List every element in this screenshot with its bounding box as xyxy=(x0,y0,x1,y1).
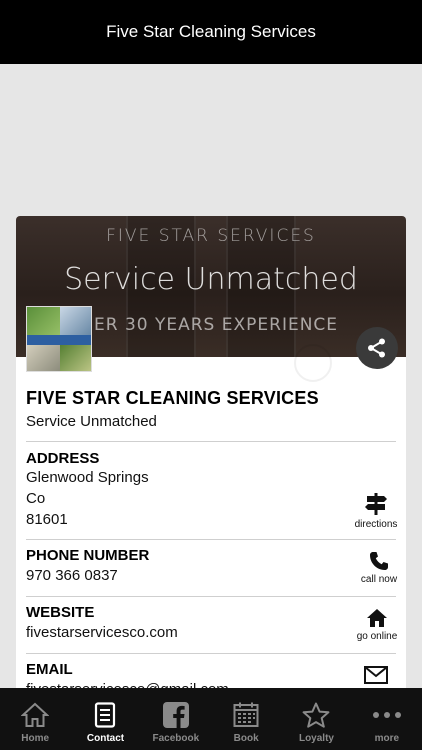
phone-icon xyxy=(370,552,388,570)
email-address[interactable]: fivestarservicesco@gmail.com xyxy=(26,680,229,688)
signpost-icon xyxy=(365,493,387,515)
business-card: FIVE STAR SERVICES Service Unmatched ER … xyxy=(16,216,406,688)
call-now-label: call now xyxy=(360,574,398,585)
house-icon xyxy=(367,609,387,627)
envelope-icon xyxy=(364,666,388,684)
tab-label: Facebook xyxy=(152,733,200,744)
address-label: ADDRESS xyxy=(26,450,100,467)
tab-label: Book xyxy=(233,733,259,744)
directions-label: directions xyxy=(354,519,398,530)
tab-label: Loyalty xyxy=(298,733,334,744)
divider xyxy=(26,596,396,597)
page-title: Five Star Cleaning Services xyxy=(106,22,316,41)
banner-experience: ER 30 YEARS EXPERIENCE xyxy=(94,315,339,335)
tab-label: Contact xyxy=(86,733,125,744)
business-logo xyxy=(26,306,92,372)
address-line-1: Glenwood Springs xyxy=(26,469,149,486)
email-button[interactable] xyxy=(346,666,406,684)
tab-loyalty[interactable]: Loyalty xyxy=(281,688,351,750)
tab-more[interactable]: more xyxy=(352,688,422,750)
bottom-tab-bar: Home Contact Facebook Book Loyalty more xyxy=(0,688,422,750)
tab-book[interactable]: Book xyxy=(211,688,281,750)
go-online-label: go online xyxy=(356,631,398,642)
calendar-icon xyxy=(233,702,259,727)
tab-contact[interactable]: Contact xyxy=(70,688,140,750)
business-name: FIVE STAR CLEANING SERVICES xyxy=(26,388,319,408)
share-icon xyxy=(368,338,385,358)
go-online-button[interactable]: go online xyxy=(347,608,406,642)
facebook-icon xyxy=(162,702,189,728)
star-icon xyxy=(303,702,330,728)
phone-label: PHONE NUMBER xyxy=(26,547,150,564)
phone-number: 970 366 0837 xyxy=(26,567,118,584)
home-icon xyxy=(21,702,50,727)
directions-button[interactable]: directions xyxy=(346,492,406,530)
divider xyxy=(26,539,396,540)
title-bar: Five Star Cleaning Services xyxy=(0,0,422,64)
ghost-more-icon xyxy=(294,344,332,382)
call-now-button[interactable]: call now xyxy=(349,551,406,585)
email-label: EMAIL xyxy=(26,661,73,678)
tab-label: Home xyxy=(21,733,50,744)
website-url[interactable]: fivestarservicesco.com xyxy=(26,623,178,643)
divider xyxy=(26,441,396,442)
divider xyxy=(26,653,396,654)
share-button[interactable] xyxy=(356,327,398,369)
banner-slogan: Service Unmatched xyxy=(64,262,358,297)
address-line-3: 81601 xyxy=(26,511,68,528)
address-line-2: Co xyxy=(26,490,46,507)
tab-label: more xyxy=(374,733,400,744)
tab-home[interactable]: Home xyxy=(0,688,70,750)
website-label: WEBSITE xyxy=(26,604,95,621)
more-icon xyxy=(372,712,401,718)
tab-facebook[interactable]: Facebook xyxy=(141,688,211,750)
banner-heading: FIVE STAR SERVICES xyxy=(106,226,316,246)
contact-icon xyxy=(95,702,116,728)
business-tagline: Service Unmatched xyxy=(26,413,157,430)
